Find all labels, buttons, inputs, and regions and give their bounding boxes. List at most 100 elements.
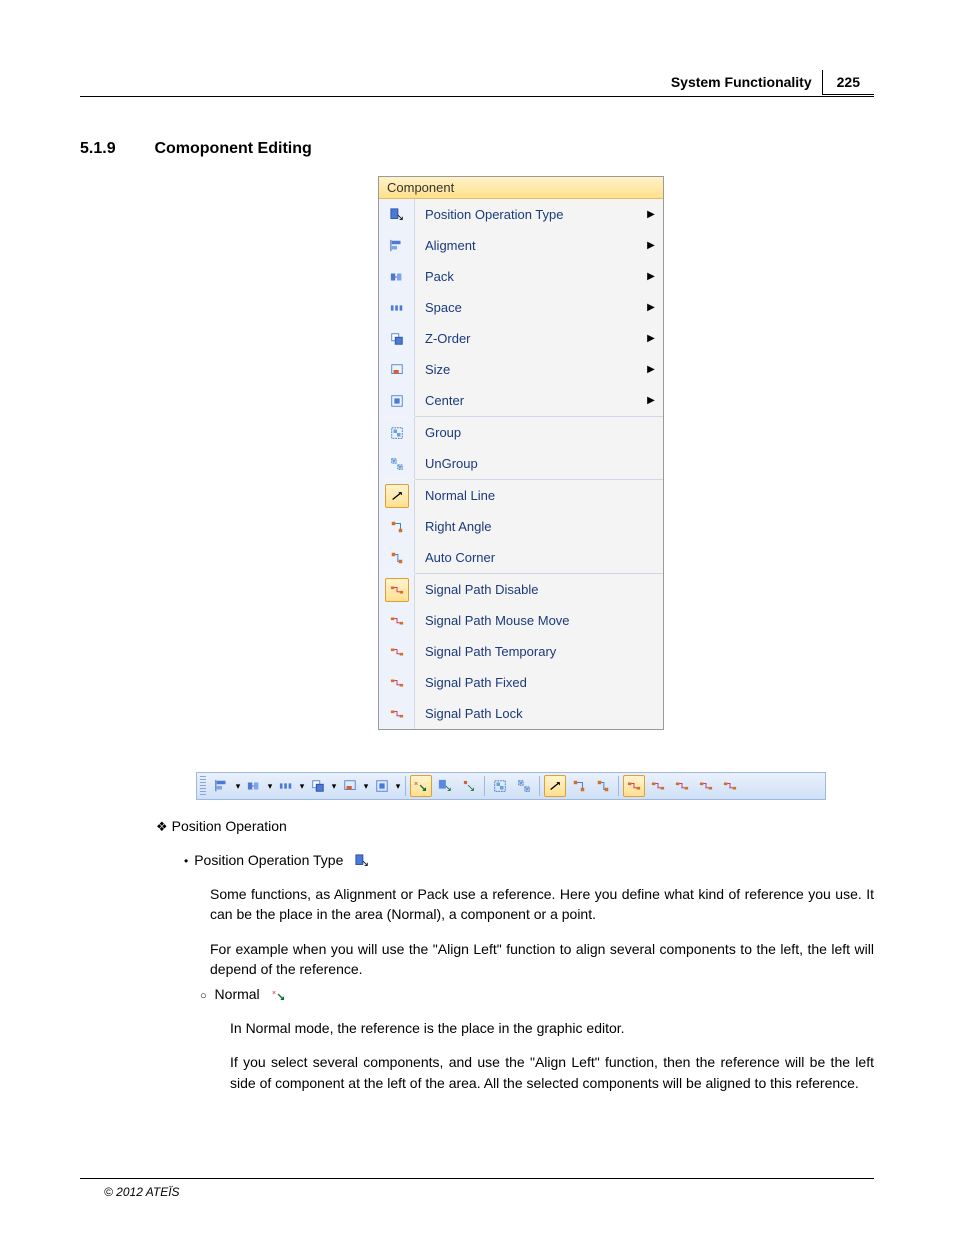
right-angle-icon [388, 518, 406, 536]
menu-item-sp-fixed[interactable]: Signal Path Fixed [379, 667, 663, 698]
menu-item-ungroup[interactable]: UnGroup [379, 448, 663, 479]
zorder-icon [388, 330, 406, 348]
toolbar-group-icon[interactable] [489, 775, 511, 797]
menu-item-sp-temp[interactable]: Signal Path Temporary [379, 636, 663, 667]
menu-item-sp-mouse[interactable]: Signal Path Mouse Move [379, 605, 663, 636]
space-icon [388, 299, 406, 317]
submenu-arrow-icon: ▶ [639, 333, 663, 344]
component-toolbar: ▾ ▾ ▾ ▾ ▾ ▾ × [196, 772, 826, 800]
ungroup-icon [388, 455, 406, 473]
submenu-arrow-icon: ▶ [639, 395, 663, 406]
menu-item-label: UnGroup [415, 456, 639, 471]
toolbar-separator [484, 776, 485, 796]
dropdown-arrow-icon[interactable]: ▾ [298, 781, 306, 792]
menu-item-zorder[interactable]: Z-Order▶ [379, 323, 663, 354]
menu-item-size[interactable]: Size▶ [379, 354, 663, 385]
circle-bullet-icon: ○ [200, 990, 207, 1002]
menu-item-label: Auto Corner [415, 550, 639, 565]
position-op-icon [388, 206, 406, 224]
menu-item-label: Z-Order [415, 331, 639, 346]
menu-item-label: Signal Path Disable [415, 582, 639, 597]
toolbar-sp-lock-icon[interactable] [719, 775, 741, 797]
menu-item-label: Pack [415, 269, 639, 284]
toolbar-pos-component-icon[interactable] [434, 775, 456, 797]
svg-text:×: × [272, 990, 276, 997]
header-page-number: 225 [822, 70, 874, 95]
toolbar-zorder-icon[interactable] [307, 775, 329, 797]
menu-item-label: Center [415, 393, 639, 408]
menu-item-label: Signal Path Mouse Move [415, 613, 639, 628]
submenu-arrow-icon: ▶ [639, 209, 663, 220]
paragraph-normal: In Normal mode, the reference is the pla… [230, 1018, 874, 1107]
toolbar-sp-fixed-icon[interactable] [695, 775, 717, 797]
sp-lock-icon [388, 705, 406, 723]
toolbar-sp-mouse-icon[interactable] [647, 775, 669, 797]
toolbar-right-angle-icon[interactable] [568, 775, 590, 797]
toolbar-grip [200, 776, 206, 796]
toolbar-normal-line-icon[interactable] [544, 775, 566, 797]
menu-item-center[interactable]: Center▶ [379, 385, 663, 416]
sp-mouse-icon [388, 612, 406, 630]
menu-item-normal-line[interactable]: Normal Line [379, 480, 663, 511]
component-menu: Component Position Operation Type▶Aligme… [378, 176, 664, 730]
header-title: System Functionality [661, 70, 822, 95]
normal-line-icon [385, 484, 409, 508]
toolbar-separator [405, 776, 406, 796]
toolbar-space-icon[interactable] [275, 775, 297, 797]
dropdown-arrow-icon[interactable]: ▾ [330, 781, 338, 792]
sp-temp-icon [388, 643, 406, 661]
toolbar-separator [539, 776, 540, 796]
toolbar-pos-normal-icon[interactable]: × [410, 775, 432, 797]
dropdown-arrow-icon[interactable]: ▾ [362, 781, 370, 792]
submenu-arrow-icon: ▶ [639, 364, 663, 375]
menu-item-label: Signal Path Temporary [415, 644, 639, 659]
pos-normal-icon: × [270, 986, 288, 1004]
submenu-arrow-icon: ▶ [639, 271, 663, 282]
menu-item-right-angle[interactable]: Right Angle [379, 511, 663, 542]
bullet-icon: • [184, 854, 188, 868]
menu-item-auto-corner[interactable]: Auto Corner [379, 542, 663, 573]
section-heading: 5.1.9 Comoponent Editing [80, 140, 312, 158]
toolbar-center-icon[interactable] [371, 775, 393, 797]
menu-item-label: Aligment [415, 238, 639, 253]
toolbar-auto-corner-icon[interactable] [592, 775, 614, 797]
menu-item-label: Right Angle [415, 519, 639, 534]
menu-item-space[interactable]: Space▶ [379, 292, 663, 323]
dropdown-arrow-icon[interactable]: ▾ [266, 781, 274, 792]
bullet-position-operation-type: •Position Operation Type [184, 850, 874, 870]
component-menu-title[interactable]: Component [379, 177, 663, 199]
alignment-icon [388, 237, 406, 255]
footer-copyright: © 2012 ATEÏS [104, 1185, 180, 1199]
toolbar-ungroup-icon[interactable] [513, 775, 535, 797]
sp-fixed-icon [388, 674, 406, 692]
toolbar-sp-temp-icon[interactable] [671, 775, 693, 797]
submenu-arrow-icon: ▶ [639, 240, 663, 251]
diamond-bullet-icon: ❖ [156, 819, 168, 834]
toolbar-sp-disable-icon[interactable] [623, 775, 645, 797]
svg-text:×: × [414, 781, 418, 788]
toolbar-size-icon[interactable] [339, 775, 361, 797]
footer-rule [80, 1178, 874, 1179]
submenu-arrow-icon: ▶ [639, 302, 663, 313]
menu-item-group[interactable]: Group [379, 417, 663, 448]
toolbar-pos-point-icon[interactable] [458, 775, 480, 797]
position-op-icon [353, 852, 371, 870]
menu-item-label: Signal Path Lock [415, 706, 639, 721]
dropdown-arrow-icon[interactable]: ▾ [234, 781, 242, 792]
sp-disable-icon [385, 578, 409, 602]
page-header: System Functionality 225 [661, 70, 874, 95]
menu-item-label: Group [415, 425, 639, 440]
center-icon [388, 392, 406, 410]
section-number: 5.1.9 [80, 140, 150, 158]
menu-item-alignment[interactable]: Aligment▶ [379, 230, 663, 261]
menu-item-position-op[interactable]: Position Operation Type▶ [379, 199, 663, 230]
toolbar-pack-icon[interactable] [243, 775, 265, 797]
toolbar-alignment-icon[interactable] [211, 775, 233, 797]
dropdown-arrow-icon[interactable]: ▾ [394, 781, 402, 792]
toolbar-separator [618, 776, 619, 796]
section-title: Comoponent Editing [154, 140, 311, 157]
menu-item-sp-lock[interactable]: Signal Path Lock [379, 698, 663, 729]
header-rule [80, 96, 874, 97]
menu-item-sp-disable[interactable]: Signal Path Disable [379, 574, 663, 605]
menu-item-pack[interactable]: Pack▶ [379, 261, 663, 292]
